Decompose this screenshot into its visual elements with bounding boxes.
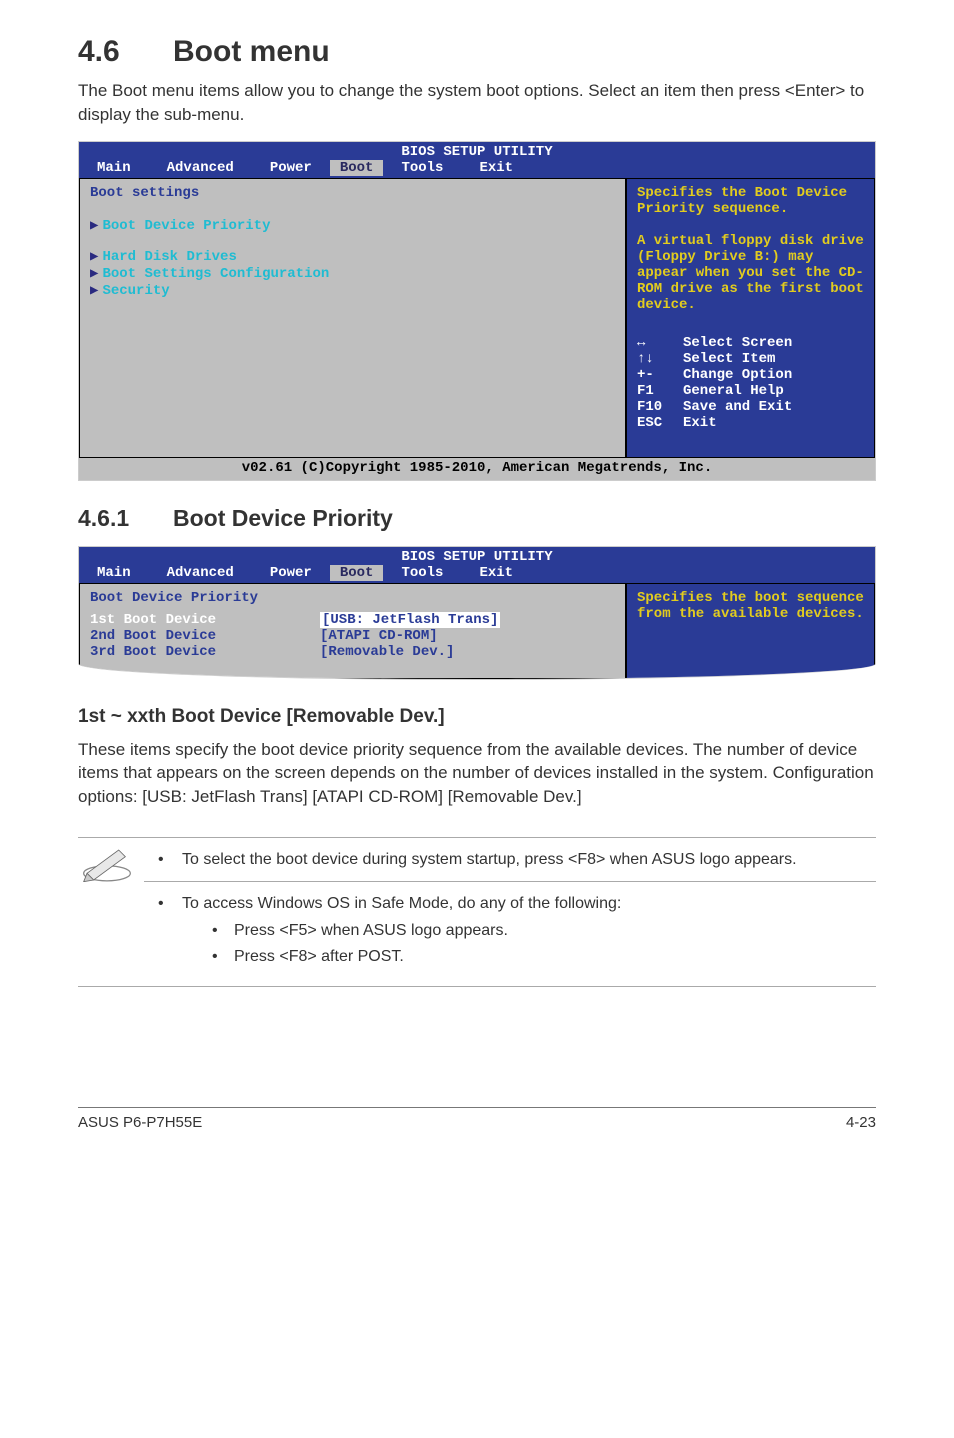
bios-help-panel: Specifies the Boot Device Priority seque… <box>625 178 875 458</box>
bios-tab-bar: Main Advanced Power Boot Tools Exit <box>79 160 875 178</box>
note-item-2: To access Windows OS in Safe Mode, do an… <box>154 892 876 968</box>
bios-tab-boot: Boot <box>330 565 384 581</box>
option-body: These items specify the boot device prio… <box>78 738 876 809</box>
bios-left-panel: Boot settings ▶Boot Device Priority ▶Har… <box>79 178 625 458</box>
option-heading: 1st ~ xxth Boot Device [Removable Dev.] <box>78 706 876 728</box>
section-heading: 4.6Boot menu <box>78 35 876 69</box>
page-footer: ASUS P6-P7H55E 4-23 <box>78 1107 876 1131</box>
bios-screenshot-boot-menu: BIOS SETUP UTILITY Main Advanced Power B… <box>78 141 876 481</box>
bios-left-panel: Boot Device Priority 1st Boot Device [US… <box>79 583 625 679</box>
section-number: 4.6 <box>78 35 173 69</box>
bios-tab-main: Main <box>79 160 149 176</box>
note-icon <box>78 848 150 887</box>
bios-help-text: Specifies the boot sequence from the ava… <box>637 590 864 622</box>
boot-device-row-1: 1st Boot Device [USB: JetFlash Trans] <box>90 612 615 628</box>
bios-tab-advanced: Advanced <box>149 160 252 176</box>
bios-tab-tools: Tools <box>383 160 461 176</box>
bios-tab-power: Power <box>252 160 330 176</box>
subsection-number: 4.6.1 <box>78 505 173 532</box>
menu-item-hard-disk-drives: ▶Hard Disk Drives <box>90 248 615 265</box>
note-subitem-1: Press <F5> when ASUS logo appears. <box>212 919 876 942</box>
bios-tab-exit: Exit <box>461 160 531 176</box>
bios-help-panel: Specifies the boot sequence from the ava… <box>625 583 875 679</box>
menu-item-boot-settings-config: ▶Boot Settings Configuration <box>90 265 615 282</box>
pencil-icon <box>82 848 132 882</box>
menu-item-boot-device-priority: ▶Boot Device Priority <box>90 217 615 234</box>
bios-panel-heading: Boot settings <box>90 185 615 201</box>
bios-tab-main: Main <box>79 565 149 581</box>
bios-title: BIOS SETUP UTILITY <box>79 142 875 160</box>
bios-screenshot-boot-priority: BIOS SETUP UTILITY Main Advanced Power B… <box>78 546 876 680</box>
bios-tab-exit: Exit <box>461 565 531 581</box>
section-intro: The Boot menu items allow you to change … <box>78 79 876 127</box>
bios-footer: v02.61 (C)Copyright 1985-2010, American … <box>79 458 875 480</box>
bios-panel-heading: Boot Device Priority <box>90 590 615 606</box>
bios-tab-boot: Boot <box>330 160 384 176</box>
bios-tab-power: Power <box>252 565 330 581</box>
bios-tab-bar: Main Advanced Power Boot Tools Exit <box>79 565 875 583</box>
boot-device-row-2: 2nd Boot Device [ATAPI CD-ROM] <box>90 628 615 644</box>
bios-title: BIOS SETUP UTILITY <box>79 547 875 565</box>
subsection-heading: 4.6.1Boot Device Priority <box>78 505 876 532</box>
subsection-title: Boot Device Priority <box>173 505 393 531</box>
section-title: Boot menu <box>173 35 330 68</box>
footer-product: ASUS P6-P7H55E <box>78 1114 202 1131</box>
note-subitem-2: Press <F8> after POST. <box>212 945 876 968</box>
boot-device-row-3: 3rd Boot Device [Removable Dev.] <box>90 644 615 660</box>
note-block: To select the boot device during system … <box>78 837 876 987</box>
note-item-1: To select the boot device during system … <box>154 848 876 871</box>
footer-page-number: 4-23 <box>846 1114 876 1131</box>
bios-tab-advanced: Advanced <box>149 565 252 581</box>
bios-help-text: Specifies the Boot Device Priority seque… <box>637 185 864 313</box>
bios-key-help: ↔Select Screen ↑↓Select Item +-Change Op… <box>637 335 864 431</box>
menu-item-security: ▶Security <box>90 282 615 299</box>
bios-tab-tools: Tools <box>383 565 461 581</box>
note-content: To select the boot device during system … <box>150 848 876 976</box>
